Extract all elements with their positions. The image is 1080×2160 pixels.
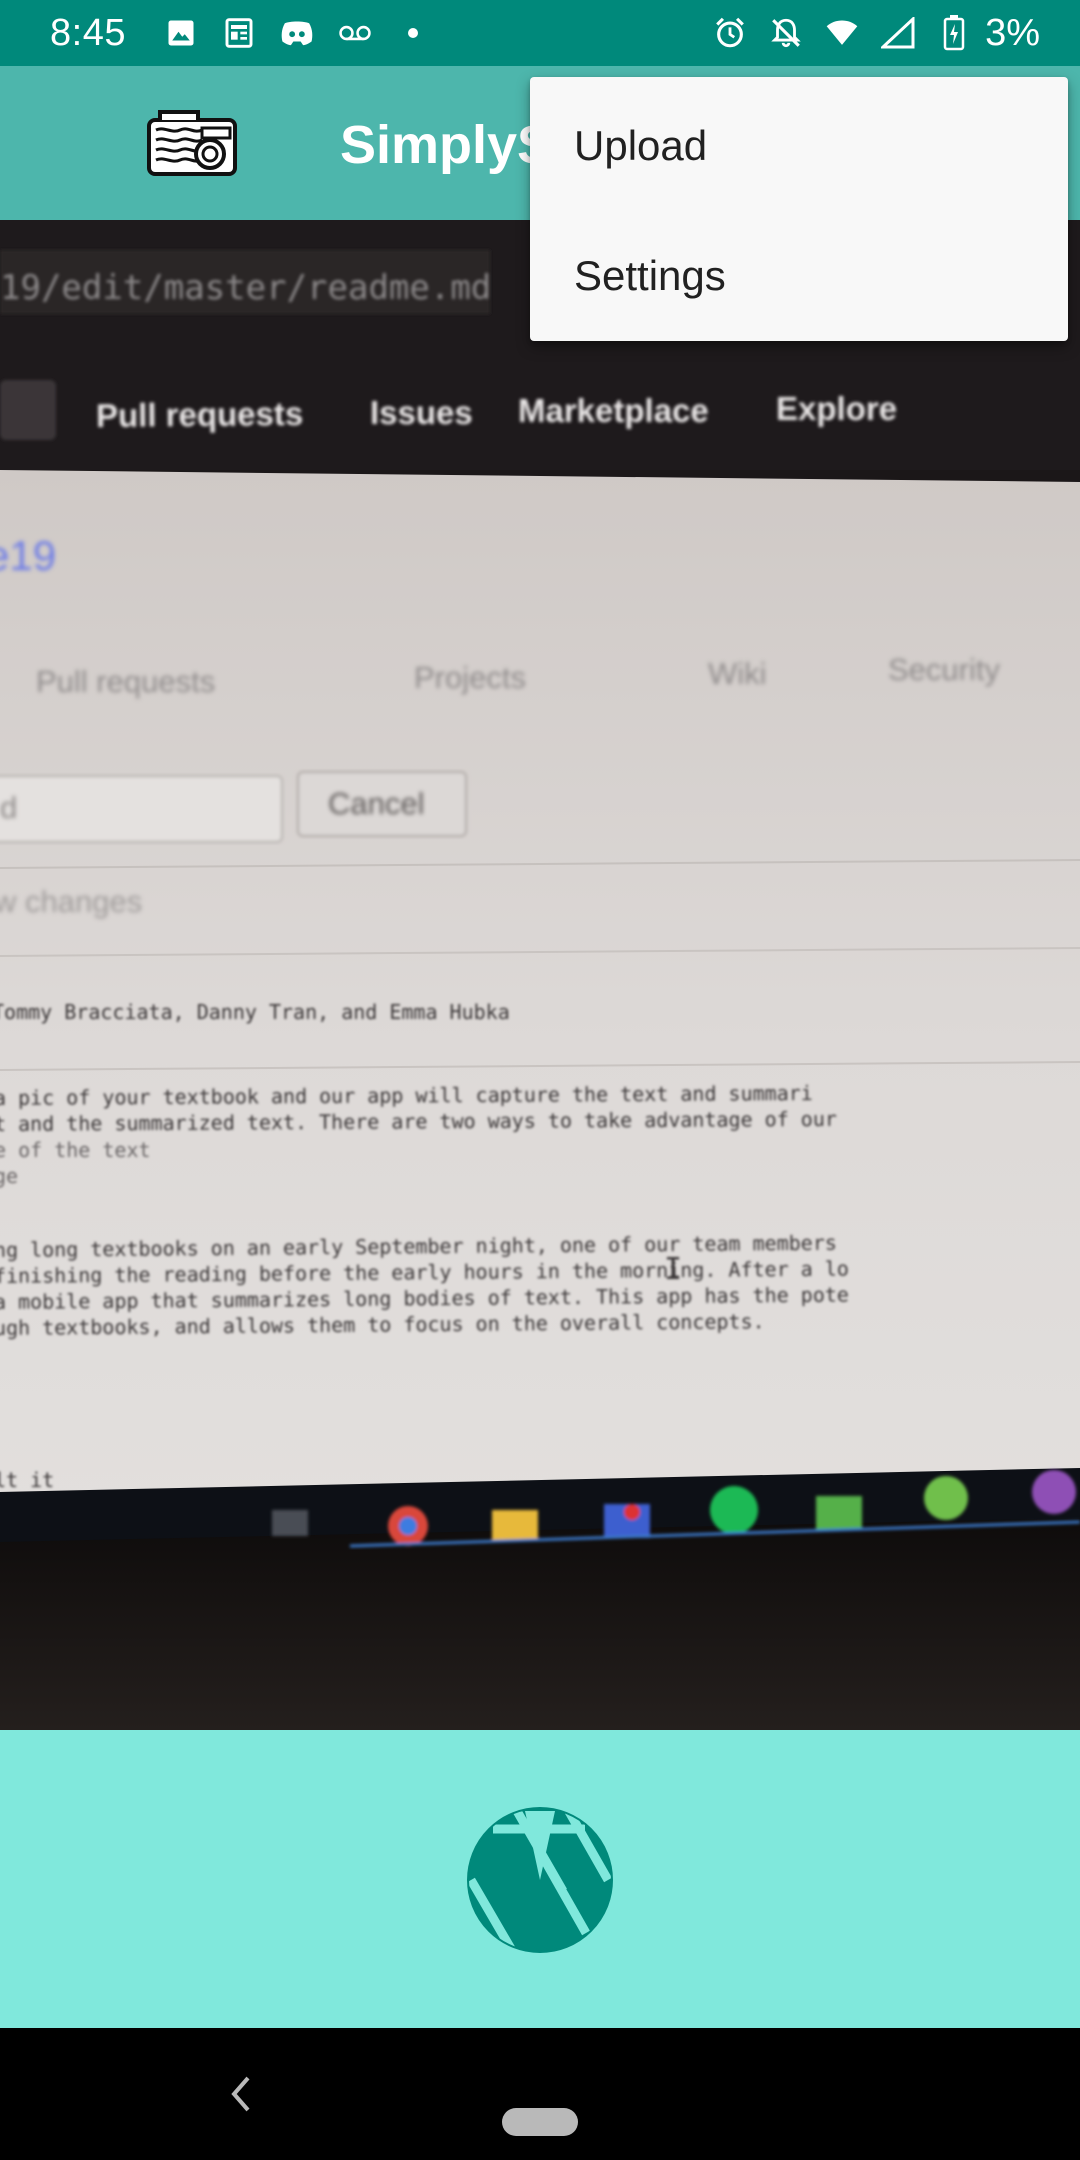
preview-text-line-4: ge (0, 1164, 19, 1188)
discord-icon (280, 16, 314, 50)
wifi-icon (825, 16, 859, 50)
capture-panel (0, 1730, 1080, 2028)
back-chevron-icon[interactable] (226, 2072, 256, 2116)
navigation-bar (0, 2028, 1080, 2160)
cell-signal-icon (881, 16, 915, 50)
notifications-off-icon (769, 16, 803, 50)
camera-preview[interactable]: 19/edit/master/readme.md Pull requests I… (0, 220, 1080, 1730)
news-icon (222, 16, 256, 50)
battery-charging-icon (937, 15, 971, 51)
dot-icon (396, 16, 430, 50)
camera-shutter-icon (467, 1798, 613, 1962)
text-cursor-icon: I (664, 1252, 683, 1287)
status-bar: 8:45 3% (0, 0, 1080, 66)
alarm-icon (713, 16, 747, 50)
status-notification-icons (164, 16, 430, 50)
battery-percent: 3% (985, 11, 1040, 54)
status-time: 8:45 (50, 11, 126, 54)
menu-item-upload[interactable]: Upload (530, 81, 1068, 211)
image-icon (164, 16, 198, 50)
status-system-icons: 3% (713, 12, 1040, 55)
app-title: SimplyS (340, 115, 554, 175)
camera-shutter-button[interactable] (467, 1798, 613, 1962)
voicemail-icon (338, 16, 372, 50)
preview-text-line-8: ugh textbooks, and allows them to focus … (0, 1309, 765, 1340)
overflow-menu: Upload Settings (530, 77, 1068, 341)
preview-authors-line: Tommy Bracciata, Danny Tran, and Emma Hu… (0, 1000, 510, 1024)
preview-text-line-9: lt it (0, 1468, 55, 1492)
preview-text-line-2: t and the summarized text. There are two… (0, 1106, 837, 1136)
preview-text-line-1: a pic of your textbook and our app will … (0, 1080, 813, 1110)
home-pill-icon[interactable] (502, 2108, 578, 2136)
preview-text-line-3: e of the text (0, 1138, 151, 1162)
menu-item-settings[interactable]: Settings (530, 211, 1068, 341)
document-camera-logo-icon (146, 108, 238, 178)
